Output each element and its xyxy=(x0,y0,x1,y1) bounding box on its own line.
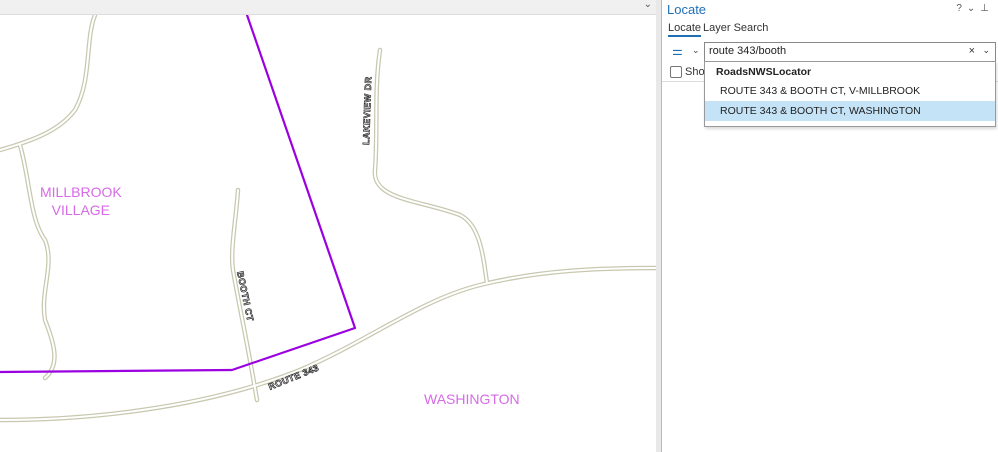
tab-layer-search[interactable]: Layer Search xyxy=(703,22,768,34)
washington-label: WASHINGTON xyxy=(424,391,520,407)
suggestion-group-header: RoadsNWSLocator xyxy=(716,66,812,78)
search-input[interactable]: route 343/booth × ⌄ xyxy=(704,42,996,62)
map-canvas: LAKEVIEW DR BOOTH CT ROUTE 343 xyxy=(0,12,656,423)
road-top-left xyxy=(0,12,98,153)
options-sliders-icon[interactable]: ⚌ xyxy=(672,44,683,58)
map-view[interactable]: LAKEVIEW DR BOOTH CT ROUTE 343 MILLBROOK… xyxy=(0,0,656,452)
road-label-lakeview: LAKEVIEW DR xyxy=(361,76,373,145)
show-checkbox[interactable] xyxy=(670,66,682,78)
suggestion-item-selected[interactable]: ROUTE 343 & BOOTH CT, WASHINGTON xyxy=(705,101,995,121)
search-value: route 343/booth xyxy=(709,45,787,57)
millbrook-label-line2: VILLAGE xyxy=(51,202,111,218)
pane-tools: ?⌄⊥ xyxy=(956,3,994,14)
suggestions-dropdown: RoadsNWSLocator ROUTE 343 & BOOTH CT, V-… xyxy=(704,61,996,127)
options-chevron-icon[interactable]: ⌄ xyxy=(967,3,980,14)
pin-icon[interactable]: ⊥ xyxy=(980,3,994,14)
road-route-343 xyxy=(0,265,656,423)
clear-icon[interactable]: × xyxy=(969,45,975,57)
pane-title: Locate xyxy=(667,2,707,17)
millbrook-label-line1: MILLBROOK xyxy=(40,184,122,200)
road-lakeview xyxy=(372,47,490,286)
chevron-down-icon[interactable]: ⌄ xyxy=(692,45,700,56)
suggestion-item[interactable]: ROUTE 343 & BOOTH CT, V-MILLBROOK xyxy=(705,81,995,101)
millbrook-village-label: MILLBROOK VILLAGE xyxy=(40,183,122,219)
tab-locate[interactable]: Locate xyxy=(668,22,702,37)
chevron-down-icon[interactable]: ⌄ xyxy=(644,0,652,10)
locate-pane: Locate ?⌄⊥ Locate Layer Search ⚌ ⌄ route… xyxy=(662,0,998,452)
help-icon[interactable]: ? xyxy=(956,3,967,14)
chevron-down-icon[interactable]: ⌄ xyxy=(982,45,990,56)
map-top-bar: ⌄ xyxy=(0,0,656,15)
